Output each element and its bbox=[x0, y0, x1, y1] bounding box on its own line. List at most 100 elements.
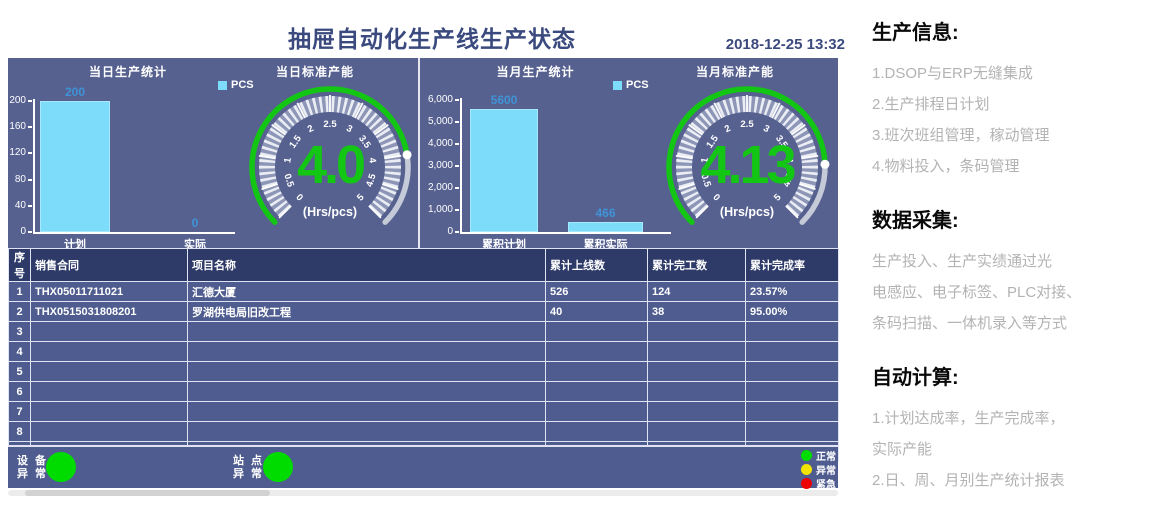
table-cell: 1 bbox=[9, 282, 31, 302]
table-cell: 526 bbox=[546, 282, 648, 302]
table-row: 3 bbox=[9, 322, 839, 342]
y-axis-tick-mark bbox=[455, 121, 459, 123]
y-axis-tick-label: 200 bbox=[8, 95, 26, 106]
datetime-label: 2018-12-25 13:32 bbox=[520, 36, 845, 53]
gauge-value: 4.13 bbox=[700, 135, 795, 195]
table-cell bbox=[31, 342, 188, 362]
table-cell bbox=[546, 342, 648, 362]
legend-label: PCS bbox=[626, 79, 649, 91]
table-cell: 124 bbox=[648, 282, 746, 302]
chart-legend: PCS bbox=[613, 79, 649, 91]
table-cell bbox=[31, 402, 188, 422]
status-legend-item: 紧急 bbox=[801, 477, 836, 489]
y-axis-tick-label: 6,000 bbox=[418, 94, 453, 105]
table-cell bbox=[188, 342, 546, 362]
table-row: 2THX0515031808201罗湖供电局旧改工程403895.00% bbox=[9, 302, 839, 322]
info-section-item: 1.DSOP与ERP无缝集成 bbox=[872, 58, 1166, 89]
bar-value-label: 200 bbox=[25, 85, 125, 99]
table-cell: 8 bbox=[9, 422, 31, 442]
info-section: 生产信息:1.DSOP与ERP无缝集成2.生产排程日计划3.班次班组管理，稼动管… bbox=[872, 20, 1166, 182]
gauge-tick-label: 2.5 bbox=[740, 119, 754, 130]
monthly-production-bar-chart: 当月生产统计 PCS01,0002,0003,0004,0005,0006,00… bbox=[418, 58, 653, 248]
chart-title: 当月标准产能 bbox=[640, 63, 830, 80]
x-axis-line bbox=[460, 232, 671, 234]
x-axis-line bbox=[33, 232, 235, 234]
table-cell bbox=[746, 422, 839, 442]
y-axis-tick-label: 0 bbox=[8, 226, 26, 237]
scrollbar-thumb[interactable] bbox=[25, 490, 270, 496]
column-header: 序号 bbox=[9, 249, 31, 282]
device-abnormal-label: 设 备 异 常 bbox=[17, 455, 48, 481]
table-cell bbox=[648, 382, 746, 402]
gauge-tick-label: 4 bbox=[366, 157, 378, 165]
legend-swatch-pcs bbox=[613, 81, 622, 90]
gauge-tick-label: 4.5 bbox=[364, 172, 379, 189]
chart-title: 当月生产统计 bbox=[418, 63, 653, 80]
y-axis-tick-mark bbox=[28, 205, 32, 207]
y-axis-tick-label: 160 bbox=[8, 121, 26, 132]
y-axis-tick-label: 80 bbox=[8, 174, 26, 185]
table-cell bbox=[648, 342, 746, 362]
table-cell bbox=[546, 382, 648, 402]
table-cell bbox=[546, 402, 648, 422]
table-cell bbox=[648, 402, 746, 422]
status-legend-label: 异常 bbox=[816, 462, 836, 477]
table-cell bbox=[648, 362, 746, 382]
y-axis-tick-mark bbox=[28, 231, 32, 233]
y-axis-tick-mark bbox=[28, 126, 32, 128]
gauge-tick-label: 2 bbox=[306, 123, 316, 135]
bar-value-label: 0 bbox=[145, 216, 245, 230]
table-row: 6 bbox=[9, 382, 839, 402]
y-axis-tick-mark bbox=[28, 100, 32, 102]
y-axis-tick-mark bbox=[28, 152, 32, 154]
table-cell bbox=[188, 382, 546, 402]
info-section-heading: 自动计算: bbox=[872, 365, 1166, 391]
y-axis-tick-label: 2,000 bbox=[418, 182, 453, 193]
gauge-svg: 00.511.522.533.544.554.13(Hrs/pcs) bbox=[652, 82, 842, 242]
column-header: 累计完成率 bbox=[746, 249, 839, 282]
status-legend-item: 异常 bbox=[801, 463, 836, 475]
info-section-item: 实际产能 bbox=[872, 434, 1166, 465]
gauge-unit: (Hrs/pcs) bbox=[720, 205, 774, 219]
gauge-pointer-dot bbox=[403, 150, 412, 159]
daily-capacity-gauge: 00.511.522.533.544.554.0(Hrs/pcs) bbox=[235, 82, 425, 242]
table-cell: 40 bbox=[546, 302, 648, 322]
daily-production-bar-chart: 当日生产统计 PCS04080120160200200计划0实际 bbox=[8, 58, 248, 248]
table-cell: 罗湖供电局旧改工程 bbox=[188, 302, 546, 322]
table-cell bbox=[746, 362, 839, 382]
table-cell: THX0515031808201 bbox=[31, 302, 188, 322]
production-table: 序号销售合同项目名称累计上线数累计完工数累计完成率 1THX0501171102… bbox=[8, 248, 839, 462]
table-cell bbox=[546, 362, 648, 382]
gauge-svg: 00.511.522.533.544.554.0(Hrs/pcs) bbox=[235, 82, 425, 242]
y-axis-tick-label: 4,000 bbox=[418, 138, 453, 149]
info-section-heading: 数据采集: bbox=[872, 208, 1166, 234]
dashboard-panel: 当日生产统计 PCS04080120160200200计划0实际 当日标准产能 … bbox=[8, 58, 838, 488]
table-cell: 3 bbox=[9, 322, 31, 342]
status-legend-label: 正常 bbox=[816, 448, 836, 463]
info-panel: 生产信息:1.DSOP与ERP无缝集成2.生产排程日计划3.班次班组管理，稼动管… bbox=[872, 20, 1166, 496]
legend-swatch-pcs bbox=[218, 81, 227, 90]
info-section-item: 条码扫描、一体机录入等方式 bbox=[872, 308, 1166, 339]
y-axis-tick-label: 5,000 bbox=[418, 116, 453, 127]
y-axis-tick-label: 40 bbox=[8, 200, 26, 211]
table-cell bbox=[188, 322, 546, 342]
table-cell bbox=[188, 402, 546, 422]
y-axis-tick-label: 0 bbox=[418, 226, 453, 237]
info-section: 自动计算:1.计划达成率，生产完成率，实际产能2.日、周、月别生产统计报表 bbox=[872, 365, 1166, 496]
table-cell bbox=[746, 322, 839, 342]
gauge-tick-label: 1 bbox=[282, 156, 294, 164]
chart-bar bbox=[568, 222, 643, 232]
info-section-item: 电感应、电子标签、PLC对接、 bbox=[872, 277, 1166, 308]
table-cell bbox=[746, 382, 839, 402]
status-legend-label: 紧急 bbox=[816, 476, 836, 491]
chart-bar bbox=[470, 109, 538, 232]
table-cell: 7 bbox=[9, 402, 31, 422]
table-cell: 2 bbox=[9, 302, 31, 322]
table-cell bbox=[648, 422, 746, 442]
scrollbar-track[interactable] bbox=[8, 490, 838, 496]
info-section-item: 1.计划达成率，生产完成率， bbox=[872, 403, 1166, 434]
gauge-unit: (Hrs/pcs) bbox=[303, 205, 357, 219]
column-header: 累计上线数 bbox=[546, 249, 648, 282]
y-axis-tick-mark bbox=[455, 187, 459, 189]
table-cell: THX05011711021 bbox=[31, 282, 188, 302]
